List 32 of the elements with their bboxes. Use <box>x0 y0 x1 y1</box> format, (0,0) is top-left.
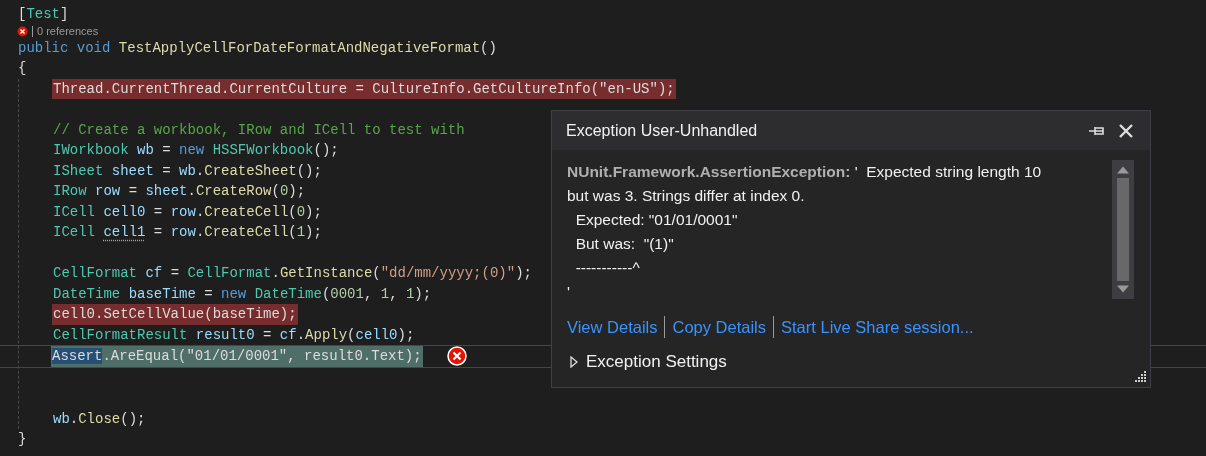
code-line: ICell cell0 = row.CreateCell(0); <box>52 202 323 222</box>
code-line: [Test] <box>17 5 70 24</box>
exception-message: But was: "(1)" <box>574 234 675 254</box>
code-line: } <box>17 430 28 449</box>
popup-title: Exception User-Unhandled <box>566 121 759 140</box>
exception-message: NUnit.Framework.AssertionException: ' Expected string length 10 but was 3. Strings differ at index 0. <box>567 162 1043 206</box>
link[interactable]: Copy Details <box>672 317 767 337</box>
code-line: { <box>17 59 28 78</box>
code-line: ICell cell1 = row.CreateCell(1); <box>52 223 323 242</box>
resize-grip-icon[interactable] <box>1134 370 1146 382</box>
code-line: public void TestApplyCellForDateFormatAndNegativeFormat() <box>17 38 498 58</box>
close-icon[interactable] <box>1118 122 1134 139</box>
pin-icon[interactable] <box>1088 124 1106 137</box>
exception-message: -----------^ <box>574 258 641 278</box>
scroll-up-icon[interactable] <box>1117 166 1129 174</box>
scrollbar[interactable] <box>1112 160 1134 299</box>
code-line: // Create a workbook, IRow and ICell to test with <box>52 120 466 140</box>
expand-triangle-icon[interactable] <box>570 356 578 368</box>
exception-settings-toggle[interactable]: Exception Settings <box>570 352 727 372</box>
exception-message: Expected: "01/01/0001" <box>574 210 739 230</box>
code-line: IRow row = sheet.CreateRow(0); <box>52 182 307 201</box>
code-line: DateTime baseTime = new DateTime(0001, 1, 1); <box>52 284 433 304</box>
link[interactable]: Start Live Share session... <box>781 317 974 337</box>
scroll-down-icon[interactable] <box>1117 285 1129 293</box>
code-line: ISheet sheet = wb.CreateSheet(); <box>52 161 323 181</box>
references-link[interactable]: 0 references <box>32 25 99 37</box>
link[interactable]: View Details <box>567 317 658 337</box>
exception-message: ' <box>567 282 571 302</box>
code-line: CellFormatResult result0 = cf.Apply(cell0); <box>52 325 416 345</box>
code-line: CellFormat cf = CellFormat.GetInstance("dd/mm/yyyy;(0)"); <box>52 264 533 283</box>
code-line: IWorkbook wb = new HSSFWorkbook(); <box>52 141 340 160</box>
code-line: wb.Close(); <box>52 409 147 429</box>
